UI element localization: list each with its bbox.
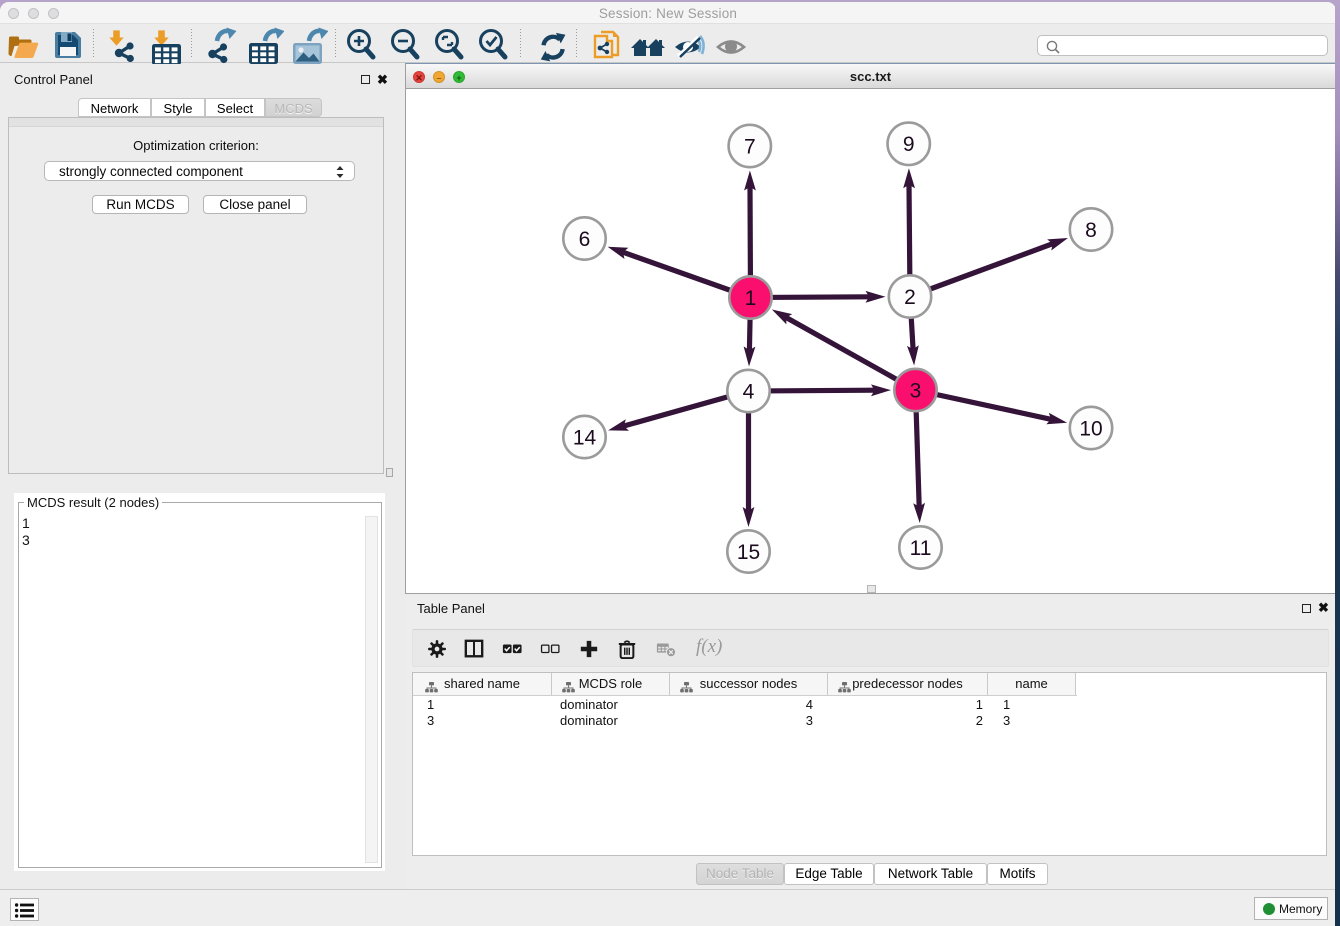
svg-text:4: 4 bbox=[743, 380, 755, 403]
svg-text:3: 3 bbox=[910, 379, 922, 402]
svg-text:15: 15 bbox=[737, 541, 760, 564]
svg-text:1: 1 bbox=[745, 287, 757, 310]
svg-text:7: 7 bbox=[744, 135, 756, 158]
svg-text:8: 8 bbox=[1085, 219, 1097, 242]
svg-text:14: 14 bbox=[573, 426, 597, 449]
svg-text:9: 9 bbox=[903, 133, 915, 156]
svg-text:6: 6 bbox=[579, 228, 591, 251]
svg-text:11: 11 bbox=[910, 537, 932, 560]
svg-text:10: 10 bbox=[1079, 417, 1102, 440]
svg-text:2: 2 bbox=[904, 286, 916, 309]
